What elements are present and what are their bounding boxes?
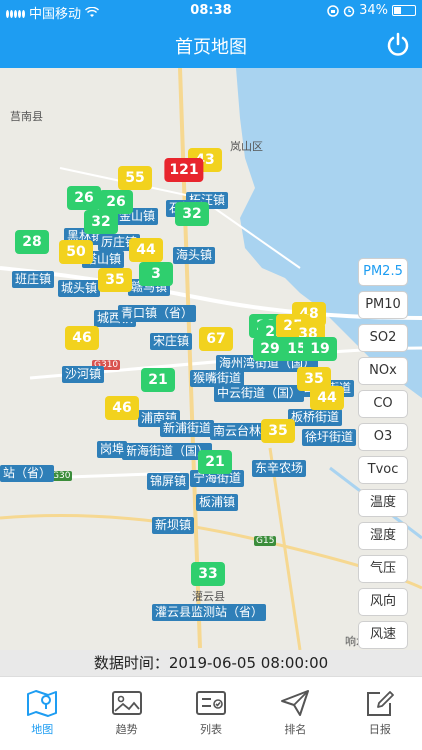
station-label[interactable]: 海头镇: [173, 247, 216, 264]
station-label[interactable]: 岗埠: [97, 441, 128, 458]
road-badge: G15: [254, 536, 277, 546]
aqi-marker[interactable]: 67: [199, 327, 233, 351]
station-label[interactable]: 锦屏镇: [147, 473, 190, 490]
tab-label: 地图: [31, 723, 54, 736]
tab-ranking[interactable]: 排名: [253, 677, 337, 750]
tab-label: 日报: [368, 723, 391, 736]
status-bar: 中国移动 08:38 34%: [0, 0, 422, 22]
station-label[interactable]: 板桥街道: [288, 409, 343, 426]
layer-button-so2[interactable]: SO2: [358, 324, 408, 352]
aqi-marker[interactable]: 44: [129, 238, 163, 262]
aqi-marker[interactable]: 19: [303, 337, 337, 361]
nav-bar: 首页地图: [0, 22, 422, 68]
tab-bar: 地图 趋势 列表 排名 日报: [0, 676, 422, 750]
place-label: 莒南县: [10, 110, 43, 123]
map-icon: [27, 690, 58, 717]
station-label[interactable]: 东辛农场: [252, 460, 307, 477]
station-label[interactable]: 站（省）: [0, 465, 55, 482]
aqi-marker[interactable]: 35: [261, 419, 295, 443]
place-label: 岚山区: [230, 140, 263, 153]
edit-icon: [366, 691, 394, 716]
tab-daily-report[interactable]: 日报: [338, 677, 422, 750]
station-label[interactable]: 徐圩街道: [302, 429, 357, 446]
layer-button-wind-direction[interactable]: 风向: [358, 588, 408, 616]
aqi-marker[interactable]: 121: [164, 158, 204, 182]
aqi-marker[interactable]: 46: [105, 396, 139, 420]
layer-button-pressure[interactable]: 气压: [358, 555, 408, 583]
tab-list[interactable]: 列表: [169, 677, 253, 750]
layer-button-wind-speed[interactable]: 风速: [358, 621, 408, 649]
station-label[interactable]: 沙河镇: [62, 366, 105, 383]
station-label[interactable]: 板浦镇: [196, 494, 239, 511]
lock-rotation-icon: [327, 4, 339, 17]
station-label[interactable]: 新浦街道: [160, 420, 215, 437]
power-icon[interactable]: [384, 31, 412, 59]
tab-trend[interactable]: 趋势: [84, 677, 168, 750]
station-label[interactable]: 中云街道（国）: [214, 385, 305, 402]
tab-label: 趋势: [115, 723, 138, 736]
layer-button-temperature[interactable]: 温度: [358, 489, 408, 517]
aqi-marker[interactable]: 3: [139, 262, 173, 286]
layer-button-o3[interactable]: O3: [358, 423, 408, 451]
layer-button-nox[interactable]: NOx: [358, 357, 408, 385]
station-label[interactable]: 城头镇: [58, 280, 101, 297]
image-icon: [111, 691, 142, 715]
alarm-icon: [343, 5, 355, 17]
tab-label: 排名: [284, 723, 307, 736]
aqi-marker[interactable]: 26: [67, 186, 101, 210]
tab-map[interactable]: 地图: [0, 677, 84, 750]
layer-button-pm25[interactable]: PM2.5: [358, 258, 408, 286]
aqi-marker[interactable]: 46: [65, 326, 99, 350]
station-label[interactable]: 灌云县监测站（省）: [152, 604, 267, 621]
station-label[interactable]: 青口镇（省）: [118, 305, 197, 322]
station-label[interactable]: 班庄镇: [12, 271, 55, 288]
battery-icon: [392, 5, 416, 16]
layer-button-co[interactable]: CO: [358, 390, 408, 418]
map-view[interactable]: 莒南县 岚山区 G310 G30 G15 灌云县 响水 柘汪镇 石桥镇 金山镇 …: [0, 68, 422, 650]
tab-label: 列表: [200, 723, 223, 736]
data-time: 数据时间：2019-06-05 08:00:00: [0, 650, 422, 676]
station-label[interactable]: 新坝镇: [152, 517, 195, 534]
pollutant-layer-list: PM2.5 PM10 SO2 NOx CO O3 Tvoc 温度 湿度 气压 风…: [358, 258, 408, 650]
aqi-marker[interactable]: 21: [198, 450, 232, 474]
aqi-marker[interactable]: 33: [191, 562, 225, 586]
layer-button-pm10[interactable]: PM10: [358, 291, 408, 319]
aqi-marker[interactable]: 44: [310, 386, 344, 410]
aqi-marker[interactable]: 21: [141, 368, 175, 392]
station-label[interactable]: 宋庄镇: [150, 333, 193, 350]
aqi-marker[interactable]: 32: [84, 210, 118, 234]
list-icon: [196, 691, 227, 715]
aqi-marker[interactable]: 35: [98, 268, 132, 292]
aqi-marker[interactable]: 32: [175, 202, 209, 226]
aqi-marker[interactable]: 28: [15, 230, 49, 254]
aqi-marker[interactable]: 50: [59, 240, 93, 264]
battery-percent: 34%: [359, 3, 388, 18]
layer-button-humidity[interactable]: 湿度: [358, 522, 408, 550]
send-icon: [281, 690, 310, 716]
page-title: 首页地图: [175, 37, 247, 58]
layer-button-tvoc[interactable]: Tvoc: [358, 456, 408, 484]
place-label: 灌云县: [192, 590, 225, 603]
aqi-marker[interactable]: 55: [118, 166, 152, 190]
